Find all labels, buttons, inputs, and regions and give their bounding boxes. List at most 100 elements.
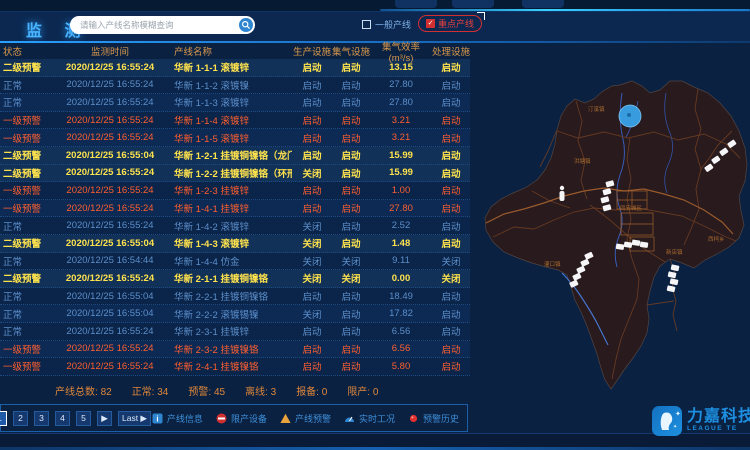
- time-cell: 2020/12/25 16:55:24: [46, 361, 174, 372]
- gas-efficiency-cell: 15.99: [370, 150, 432, 161]
- search-button[interactable]: [239, 18, 253, 32]
- production-facility-cell: 启动: [292, 324, 332, 338]
- gas-facility-cell: 启动: [332, 342, 370, 356]
- treatment-facility-cell: 启动: [432, 236, 470, 250]
- logo-icon: ✦ ✦: [652, 406, 682, 436]
- treatment-facility-cell: 启动: [432, 324, 470, 338]
- table-row[interactable]: 二级预警 2020/12/25 16:55:24 华新 1-1-1 滚镀锌 启动…: [0, 59, 470, 77]
- production-facility-cell: 关闭: [292, 307, 332, 321]
- time-cell: 2020/12/25 16:55:24: [46, 203, 174, 214]
- gas-efficiency-cell: 27.80: [370, 79, 432, 90]
- time-cell: 2020/12/25 16:55:24: [46, 97, 174, 108]
- time-cell: 2020/12/25 16:55:24: [46, 62, 174, 73]
- table-row[interactable]: 一级预警 2020/12/25 16:55:24 华新 2-3-2 挂镀镍铬 启…: [0, 341, 470, 359]
- svg-text:✦: ✦: [673, 424, 677, 430]
- production-facility-cell: 启动: [292, 148, 332, 162]
- key-line-button[interactable]: ✓ 重点产线: [418, 15, 482, 32]
- corner-bracket-icon: [477, 12, 485, 20]
- gas-efficiency-cell: 3.21: [370, 132, 432, 143]
- treatment-facility-cell: 启动: [432, 219, 470, 233]
- line-name-cell: 华新 1-4-1 挂镀锌: [174, 201, 292, 215]
- monument-marker[interactable]: [560, 186, 565, 201]
- page-button[interactable]: 1: [0, 411, 7, 426]
- status-cell: 二级预警: [0, 166, 46, 180]
- status-cell: 二级预警: [0, 60, 46, 74]
- table-row[interactable]: 一级预警 2020/12/25 16:55:24 华新 1-1-4 滚镀锌 启动…: [0, 112, 470, 130]
- general-line-checkbox[interactable]: 一般产线: [362, 18, 411, 31]
- page-button[interactable]: ▶: [97, 411, 112, 426]
- page-button[interactable]: 3: [34, 411, 49, 426]
- treatment-facility-cell: 关闭: [432, 271, 470, 285]
- status-cell: 一级预警: [0, 131, 46, 145]
- production-facility-cell: 启动: [292, 201, 332, 215]
- gas-efficiency-cell: 3.21: [370, 115, 432, 126]
- treatment-facility-cell: 启动: [432, 113, 470, 127]
- column-header-name: 产线名称: [174, 44, 292, 58]
- status-cell: 一级预警: [0, 201, 46, 215]
- column-header-time: 监测时间: [46, 44, 174, 58]
- gas-efficiency-cell: 27.80: [370, 97, 432, 108]
- table-row[interactable]: 正常 2020/12/25 16:55:24 华新 2-3-1 挂镀锌 启动 启…: [0, 323, 470, 341]
- gas-facility-cell: 启动: [332, 60, 370, 74]
- production-facility-cell: 启动: [292, 183, 332, 197]
- treatment-facility-cell: 启动: [432, 60, 470, 74]
- gas-facility-cell: 启动: [332, 131, 370, 145]
- table-row[interactable]: 一级预警 2020/12/25 16:55:24 华新 1-1-5 滚镀锌 启动…: [0, 129, 470, 147]
- gas-efficiency-cell: 1.00: [370, 185, 432, 196]
- table-row[interactable]: 二级预警 2020/12/25 16:55:24 华新 2-1-1 挂镀铜镍铬 …: [0, 270, 470, 288]
- status-cell: 一级预警: [0, 359, 46, 373]
- table-row[interactable]: 一级预警 2020/12/25 16:55:24 华新 1-4-1 挂镀锌 启动…: [0, 200, 470, 218]
- treatment-facility-cell: 启动: [432, 95, 470, 109]
- cluster-marker[interactable]: [619, 105, 641, 127]
- line-name-cell: 华新 2-2-1 挂镀铜镍铬: [174, 289, 292, 303]
- table-row[interactable]: 正常 2020/12/25 16:55:24 华新 1-1-2 滚镀镍 启动 启…: [0, 77, 470, 95]
- legend-item-line-warning[interactable]: 产线预警: [280, 412, 331, 425]
- summary-item: 离线: 3: [245, 383, 276, 402]
- line-name-cell: 华新 2-2-2 滚镀锡镍: [174, 307, 292, 321]
- time-cell: 2020/12/25 16:55:04: [46, 150, 174, 161]
- factory-marker-chain-southeast[interactable]: [667, 264, 680, 292]
- gas-facility-cell: 启动: [332, 307, 370, 321]
- table-row[interactable]: 正常 2020/12/25 16:55:24 华新 1-4-2 滚镀锌 关闭 启…: [0, 217, 470, 235]
- table-row[interactable]: 正常 2020/12/25 16:54:44 华新 1-4-4 仿金 关闭 关闭…: [0, 253, 470, 271]
- gas-efficiency-cell: 17.82: [370, 308, 432, 319]
- treatment-facility-cell: 启动: [432, 78, 470, 92]
- page-button[interactable]: Last ▶: [118, 411, 151, 426]
- page-button[interactable]: 5: [76, 411, 91, 426]
- map-label: 同安城区: [620, 204, 643, 212]
- summary-item: 预警: 45: [188, 383, 225, 402]
- district-map[interactable]: 汀溪镇 洪塘镇 同安城区 西柯乡 新店镇 灌口镇: [470, 41, 750, 405]
- table-row[interactable]: 正常 2020/12/25 16:55:04 华新 2-2-2 滚镀锡镍 关闭 …: [0, 305, 470, 323]
- line-name-cell: 华新 1-1-3 滚镀锌: [174, 95, 292, 109]
- gas-facility-cell: 启动: [332, 148, 370, 162]
- summary-bar: 产线总数: 82正常: 34预警: 45离线: 3报备: 0限产: 0: [0, 376, 470, 402]
- table-row[interactable]: 二级预警 2020/12/25 16:55:04 华新 1-2-1 挂镀铜镍铬（…: [0, 147, 470, 165]
- treatment-facility-cell: 启动: [432, 201, 470, 215]
- status-cell: 一级预警: [0, 113, 46, 127]
- table-row[interactable]: 一级预警 2020/12/25 16:55:24 华新 2-4-1 挂镀镍铬 启…: [0, 358, 470, 376]
- time-cell: 2020/12/25 16:55:24: [46, 79, 174, 90]
- summary-item: 报备: 0: [296, 383, 327, 402]
- treatment-facility-cell: 启动: [432, 359, 470, 373]
- legend-item-warning-history[interactable]: 预警历史: [408, 412, 459, 425]
- table-row[interactable]: 一级预警 2020/12/25 16:55:24 华新 1-2-3 挂镀锌 启动…: [0, 182, 470, 200]
- time-cell: 2020/12/25 16:55:04: [46, 291, 174, 302]
- header-decor-shape: [522, 0, 564, 8]
- search-input[interactable]: [80, 17, 230, 33]
- page-button[interactable]: 2: [13, 411, 28, 426]
- page-button[interactable]: 4: [55, 411, 70, 426]
- search-box[interactable]: [70, 16, 255, 34]
- legend-item-restricted-equipment[interactable]: 限产设备: [216, 412, 267, 425]
- gas-facility-cell: 启动: [332, 359, 370, 373]
- production-facility-cell: 关闭: [292, 219, 332, 233]
- table-row[interactable]: 二级预警 2020/12/25 16:55:24 华新 1-2-2 挂镀铜镍铬（…: [0, 165, 470, 183]
- gas-facility-cell: 启动: [332, 166, 370, 180]
- general-line-label: 一般产线: [375, 18, 411, 31]
- status-cell: 正常: [0, 307, 46, 321]
- table-row[interactable]: 正常 2020/12/25 16:55:04 华新 2-2-1 挂镀铜镍铬 启动…: [0, 288, 470, 306]
- table-row[interactable]: 二级预警 2020/12/25 16:55:04 华新 1-4-3 滚镀锌 关闭…: [0, 235, 470, 253]
- legend-item-realtime-status[interactable]: 实时工况: [344, 412, 395, 425]
- table-row[interactable]: 正常 2020/12/25 16:55:24 华新 1-1-3 滚镀锌 启动 启…: [0, 94, 470, 112]
- map-label: 洪塘镇: [574, 157, 591, 165]
- legend-item-line-info[interactable]: i 产线信息: [152, 412, 203, 425]
